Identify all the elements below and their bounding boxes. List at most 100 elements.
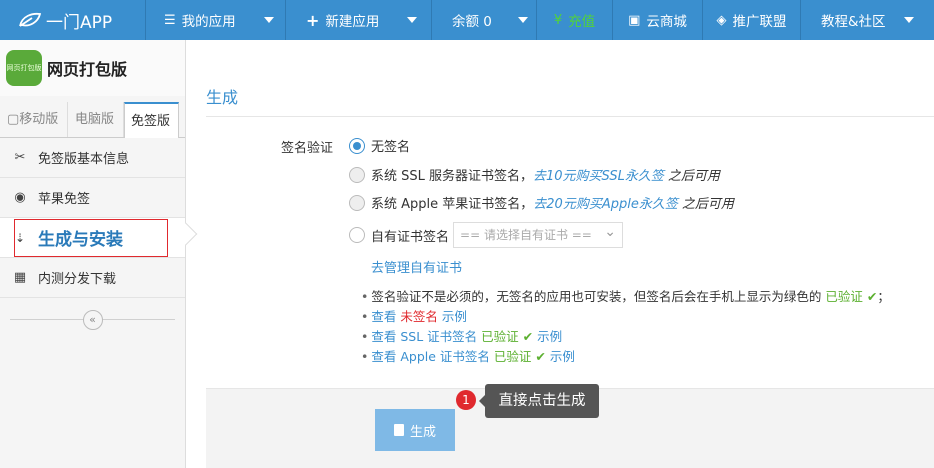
sidebar-item-label: 苹果免签: [38, 192, 91, 207]
sign-label: 签名验证: [281, 141, 334, 156]
cloud-store-link[interactable]: ▣ 云商城: [613, 0, 703, 40]
new-app-label: 新建应用: [325, 14, 380, 30]
chevron-down-icon[interactable]: [407, 17, 418, 23]
tab-unsigned[interactable]: 免签版: [124, 102, 179, 138]
plus-icon: +: [306, 10, 320, 30]
radio-apple-sign[interactable]: [349, 194, 365, 211]
tab-mobile-label: 移动版: [19, 112, 59, 127]
step-badge: 1: [456, 390, 476, 410]
check-icon: ✔: [866, 289, 878, 304]
sidebar-item-label: 免签版基本信息: [38, 152, 130, 167]
option-label: 自有证书签名: [371, 229, 450, 245]
qrcode-icon: ▦: [13, 270, 27, 285]
buy-apple-link[interactable]: 去20元购买Apple永久签: [533, 193, 678, 212]
note-link[interactable]: 示例: [537, 329, 562, 344]
chevron-down-icon[interactable]: [517, 17, 528, 23]
leaf-icon: [19, 12, 42, 27]
note-link[interactable]: 查看 Apple 证书签名: [371, 349, 490, 364]
chevron-down-icon[interactable]: [903, 17, 914, 23]
community-menu[interactable]: 教程&社区: [801, 0, 934, 40]
highlight-box: [14, 219, 168, 257]
top-navbar: 一门APP ☰ 我的应用 + 新建应用 余额 0 ¥ 充值 ▣ 云商城 ◈ 推广…: [0, 0, 934, 40]
note-4[interactable]: • 查看 Apple 证书签名 已验证 ✔ 示例: [361, 346, 575, 365]
my-apps-label: 我的应用: [181, 14, 236, 30]
note-2[interactable]: • 查看 未签名 示例: [361, 306, 467, 325]
collapse-button[interactable]: «: [82, 310, 103, 330]
note-1: • 签名验证不是必须的，无签名的应用也可安装，但签名后会在手机上显示为绿色的 已验…: [361, 289, 890, 304]
option-apple-sign: 系统 Apple 苹果证书签名， 去20元购买Apple永久签 之后可用: [349, 193, 734, 212]
option-label: 无签名: [371, 140, 411, 155]
cert-select[interactable]: == 请选择自有证书 ==: [453, 220, 624, 248]
compass-icon: ◉: [14, 190, 26, 205]
document-icon: [393, 424, 404, 436]
app-icon: 网页打包版: [6, 50, 42, 86]
generate-button-label: 生成: [409, 424, 436, 440]
chevron-down-icon[interactable]: [263, 17, 274, 23]
unsigned-text: 未签名: [400, 309, 438, 324]
option-no-sign[interactable]: 无签名: [349, 136, 410, 155]
tab-unsigned-label: 免签版: [131, 114, 171, 129]
verified-text: 已验证: [825, 289, 863, 304]
note-3[interactable]: • 查看 SSL 证书签名 已验证 ✔ 示例: [361, 326, 562, 345]
option-label: 系统 Apple 苹果证书签名，: [371, 197, 534, 212]
balance-menu[interactable]: 余额 0: [432, 0, 537, 40]
option-ssl-sign: 系统 SSL 服务器证书签名， 去10元购买SSL永久签 之后可用: [349, 165, 720, 184]
cloud-store-label: 云商城: [646, 14, 687, 30]
active-arrow: [174, 222, 198, 246]
tab-mobile[interactable]: ▢移动版: [0, 102, 68, 137]
sidebar-item-basic-info[interactable]: ✂ 免签版基本信息: [0, 138, 185, 178]
note-link[interactable]: 示例: [442, 309, 467, 324]
new-app-menu[interactable]: + 新建应用: [286, 0, 432, 40]
check-icon: ✔: [522, 329, 534, 344]
sidebar-item-label: 内测分发下载: [38, 272, 117, 287]
option-label: 系统 SSL 服务器证书签名，: [371, 169, 534, 184]
balance-label: 余额 0: [452, 14, 492, 30]
diamond-icon: ◈: [716, 12, 727, 28]
verified-text: 已验证: [481, 329, 519, 344]
sidebar: 网页打包版 网页打包版 ▢移动版 电脑版 免签版 ✂ 免签版基本信息 ◉ 苹果免…: [0, 40, 198, 468]
sidebar-item-generate-install[interactable]: ⇣ 生成与安装: [0, 218, 198, 258]
verified-text: 已验证: [493, 349, 532, 364]
section-title: 生成: [206, 88, 239, 107]
community-label: 教程&社区: [821, 14, 886, 30]
sidebar-item-beta-download[interactable]: ▦ 内测分发下载: [0, 258, 185, 298]
note-link[interactable]: 查看 SSL 证书签名: [371, 329, 477, 344]
scissors-icon: ✂: [14, 150, 26, 165]
affiliate-link[interactable]: ◈ 推广联盟: [703, 0, 801, 40]
mobile-icon: ▢: [7, 112, 20, 127]
manage-cert-link[interactable]: 去管理自有证书: [371, 257, 462, 276]
note-link[interactable]: 示例: [550, 349, 575, 364]
note-text: ；: [877, 289, 890, 304]
generate-button[interactable]: 生成: [375, 409, 455, 451]
buy-ssl-link[interactable]: 去10元购买SSL永久签: [533, 165, 664, 184]
main-content: 生成 签名验证 无签名 系统 SSL 服务器证书签名， 去10元购买SSL永久签…: [206, 40, 934, 468]
my-apps-menu[interactable]: ☰ 我的应用: [146, 0, 286, 40]
logo-text: 一门APP: [46, 12, 113, 33]
radio-ssl-sign[interactable]: [349, 166, 365, 183]
note-link[interactable]: 查看: [371, 309, 396, 324]
sidebar-menu: ✂ 免签版基本信息 ◉ 苹果免签 ⇣ 生成与安装 ▦ 内测分发下载: [0, 138, 198, 298]
radio-no-sign[interactable]: [349, 137, 365, 154]
tab-desktop[interactable]: 电脑版: [68, 102, 124, 137]
tab-desktop-label: 电脑版: [75, 112, 115, 127]
divider: [206, 116, 934, 117]
option-own-cert: 自有证书签名 == 请选择自有证书 ==: [349, 220, 624, 248]
check-icon: ✔: [535, 349, 546, 364]
list-icon: ☰: [164, 12, 176, 28]
note-text: 签名验证不是必须的，无签名的应用也可安装，但签名后会在手机上显示为绿色的: [371, 289, 822, 304]
version-tabs: ▢移动版 电脑版 免签版: [0, 102, 185, 138]
sidebar-collapse: «: [0, 298, 185, 342]
recharge-label: 充值: [568, 14, 596, 30]
radio-own-cert[interactable]: [349, 227, 365, 243]
tooltip: 直接点击生成: [479, 384, 599, 418]
affiliate-label: 推广联盟: [732, 14, 787, 30]
logo[interactable]: 一门APP: [0, 0, 146, 40]
app-name: 网页打包版: [47, 60, 128, 79]
app-header: 网页打包版 网页打包版: [0, 40, 185, 96]
option-suffix: 之后可用: [681, 197, 734, 212]
store-icon: ▣: [628, 12, 641, 28]
yen-circle-icon: ¥: [553, 12, 563, 28]
recharge-link[interactable]: ¥ 充值: [537, 0, 613, 40]
option-suffix: 之后可用: [667, 169, 720, 184]
sidebar-item-apple-unsigned[interactable]: ◉ 苹果免签: [0, 178, 185, 218]
